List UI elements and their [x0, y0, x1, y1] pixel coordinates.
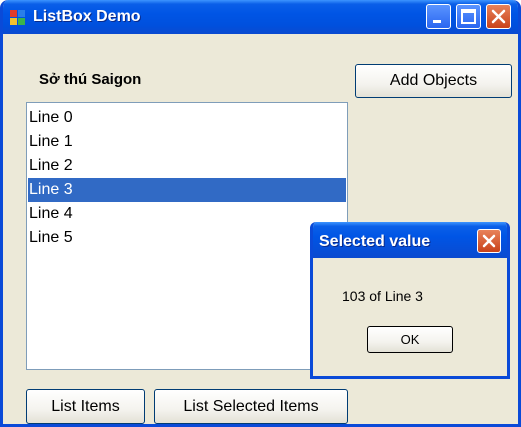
maximize-icon — [461, 9, 476, 24]
list-selected-items-button[interactable]: List Selected Items — [154, 389, 348, 424]
dialog-title: Selected value — [319, 233, 431, 250]
selected-value-dialog: Selected value 103 of Line 3 OK — [310, 222, 510, 379]
app-icon — [10, 10, 26, 26]
minimize-icon — [433, 20, 441, 23]
title-bar[interactable]: ListBox Demo — [3, 0, 518, 34]
list-item[interactable]: Line 2 — [28, 154, 346, 178]
dialog-close-button[interactable] — [477, 229, 501, 253]
close-icon — [491, 9, 506, 24]
list-item[interactable]: Line 1 — [28, 130, 346, 154]
close-icon — [482, 234, 496, 248]
list-item[interactable]: Line 0 — [28, 106, 346, 130]
list-item[interactable]: Line 4 — [28, 202, 346, 226]
list-items-button[interactable]: List Items — [26, 389, 145, 424]
minimize-button[interactable] — [426, 4, 451, 29]
list-item[interactable]: Line 5 — [28, 226, 346, 250]
add-objects-button[interactable]: Add Objects — [355, 64, 512, 98]
dialog-message: 103 of Line 3 — [342, 288, 423, 304]
close-button[interactable] — [486, 4, 511, 29]
zoo-label: Sở thú Saigon — [39, 71, 142, 88]
list-item-selected[interactable]: Line 3 — [28, 178, 346, 202]
ok-button[interactable]: OK — [367, 326, 453, 353]
window-title: ListBox Demo — [33, 8, 141, 25]
listbox[interactable]: Line 0 Line 1 Line 2 Line 3 Line 4 Line … — [26, 102, 348, 370]
maximize-button[interactable] — [456, 4, 481, 29]
dialog-title-bar[interactable]: Selected value — [313, 222, 507, 258]
